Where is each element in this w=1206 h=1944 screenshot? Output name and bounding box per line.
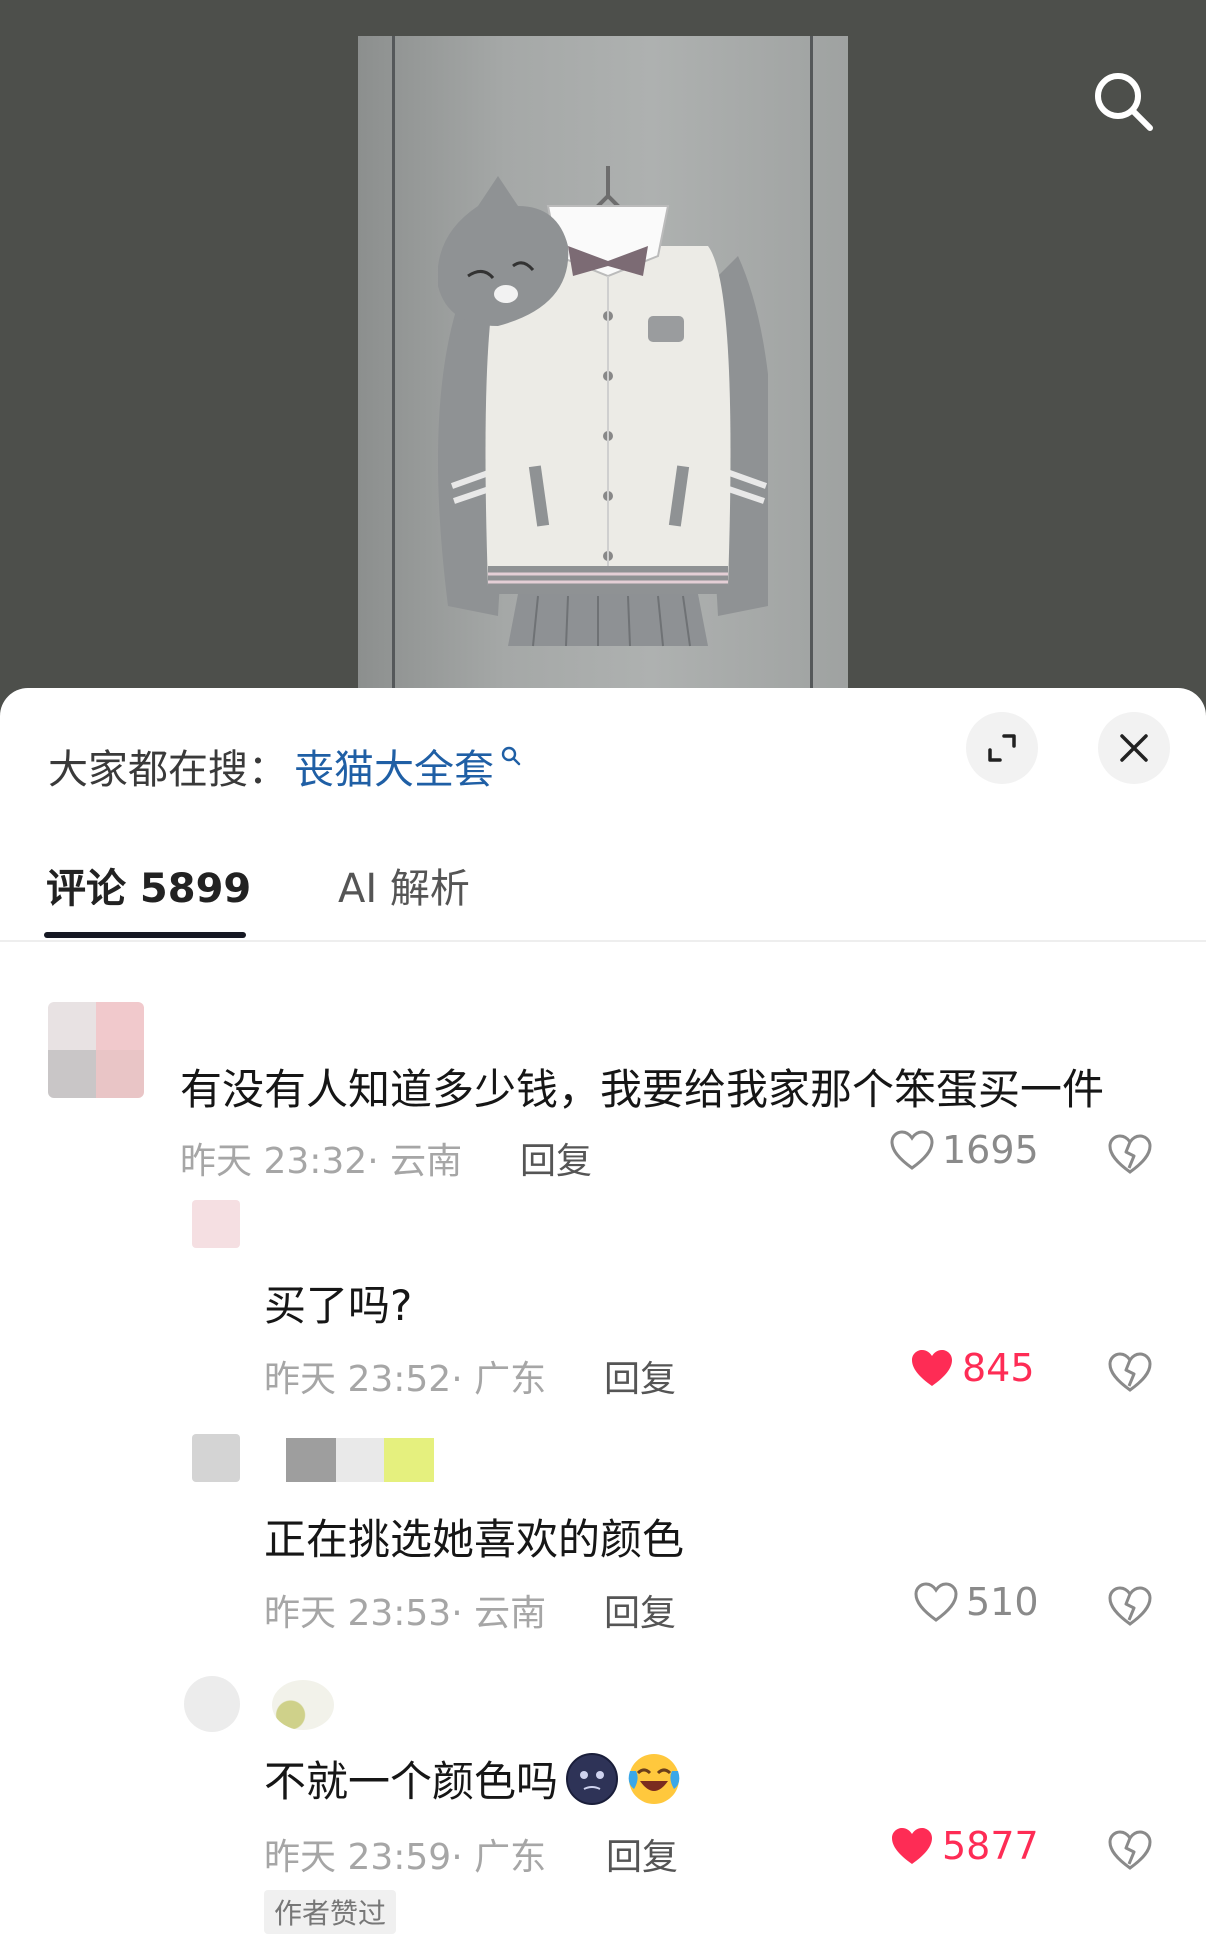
broken-heart-icon xyxy=(1108,1586,1152,1626)
broken-heart-icon xyxy=(1108,1352,1152,1392)
heart-filled-icon xyxy=(892,1828,932,1864)
reply-button[interactable]: 回复 xyxy=(604,1350,676,1402)
author-liked-badge: 作者赞过 xyxy=(264,1890,397,1934)
close-button[interactable] xyxy=(1098,712,1170,784)
expand-icon xyxy=(988,734,1016,762)
active-tab-indicator xyxy=(44,932,246,938)
like-button[interactable]: 845 xyxy=(908,1346,1035,1390)
crying-laughing-emoji xyxy=(628,1753,680,1804)
heart-outline-icon xyxy=(914,1582,958,1622)
dislike-button[interactable] xyxy=(1104,1824,1156,1876)
trending-search-prefix: 大家都在搜： xyxy=(48,747,288,793)
app-root: 大家都在搜： 丧猫大全套 评论 5899 AI 解析 有没有人知道多少钱，我要给… xyxy=(0,0,1206,1944)
like-count: 510 xyxy=(966,1580,1039,1624)
username-redacted xyxy=(286,1438,434,1482)
comment-text: 买了吗? xyxy=(264,1281,413,1330)
dislike-button[interactable] xyxy=(1104,1580,1156,1632)
reply-item: 买了吗? 昨天 23:52· 广东 回复 845 xyxy=(0,1192,1206,1400)
reply-item: 不就一个颜色吗 昨天 23:59· 广东 回复 5877 作者赞过 xyxy=(0,1676,1206,1934)
like-count: 845 xyxy=(962,1346,1035,1390)
expand-button[interactable] xyxy=(966,712,1038,784)
comment-item: 有没有人知道多少钱，我要给我家那个笨蛋买一件 昨天 23:32· 云南 回复 1… xyxy=(0,1002,1206,1192)
comment-meta: 昨天 23:52· 广东 xyxy=(264,1359,547,1400)
avatar-secondary xyxy=(272,1680,334,1730)
comment-meta: 昨天 23:59· 广东 xyxy=(264,1837,547,1878)
moon-face-emoji xyxy=(566,1752,619,1805)
avatar[interactable] xyxy=(192,1434,240,1482)
avatar[interactable] xyxy=(192,1200,240,1248)
tab-bar: 评论 5899 AI 解析 xyxy=(0,838,1206,942)
tab-comments[interactable]: 评论 5899 xyxy=(46,856,251,914)
jacket-illustration xyxy=(438,166,768,647)
close-icon xyxy=(1120,734,1148,762)
search-button[interactable] xyxy=(1086,64,1162,140)
post-image[interactable] xyxy=(358,36,848,696)
heart-filled-icon xyxy=(912,1350,952,1386)
comments-sheet: 大家都在搜： 丧猫大全套 评论 5899 AI 解析 有没有人知道多少钱，我要给… xyxy=(0,688,1206,1944)
comment-text: 不就一个颜色吗 xyxy=(264,1757,559,1806)
search-icon xyxy=(501,746,521,766)
avatar[interactable] xyxy=(184,1676,240,1732)
tab-ai-analysis[interactable]: AI 解析 xyxy=(338,856,470,914)
comment-line: 不就一个颜色吗 xyxy=(264,1748,684,1809)
door-edge xyxy=(392,36,395,696)
reply-button[interactable]: 回复 xyxy=(606,1828,678,1880)
door-edge xyxy=(810,36,813,696)
comment-text: 正在挑选她喜欢的颜色 xyxy=(264,1515,685,1564)
broken-heart-icon xyxy=(1108,1830,1152,1870)
trending-search[interactable]: 大家都在搜： 丧猫大全套 xyxy=(48,736,522,796)
like-count: 5877 xyxy=(942,1824,1039,1868)
broken-heart-icon xyxy=(1108,1134,1152,1174)
trending-search-term[interactable]: 丧猫大全套 xyxy=(294,737,494,795)
reply-item: 正在挑选她喜欢的颜色 昨天 23:53· 云南 回复 510 xyxy=(0,1434,1206,1634)
avatar[interactable] xyxy=(48,1002,144,1098)
heart-outline-icon xyxy=(890,1130,934,1170)
dislike-button[interactable] xyxy=(1104,1346,1156,1398)
like-count: 1695 xyxy=(942,1128,1039,1172)
comment-text: 有没有人知道多少钱，我要给我家那个笨蛋买一件 xyxy=(180,1065,1105,1114)
dislike-button[interactable] xyxy=(1104,1128,1156,1180)
comment-meta: 昨天 23:53· 云南 xyxy=(264,1593,547,1634)
like-button[interactable]: 5877 xyxy=(888,1824,1039,1868)
comment-meta: 昨天 23:32· 云南 xyxy=(180,1141,463,1182)
media-area xyxy=(0,0,1206,740)
search-icon xyxy=(1095,73,1153,131)
reply-button[interactable]: 回复 xyxy=(520,1132,592,1184)
like-button[interactable]: 510 xyxy=(912,1580,1039,1624)
like-button[interactable]: 1695 xyxy=(888,1128,1039,1172)
reply-button[interactable]: 回复 xyxy=(604,1584,676,1636)
